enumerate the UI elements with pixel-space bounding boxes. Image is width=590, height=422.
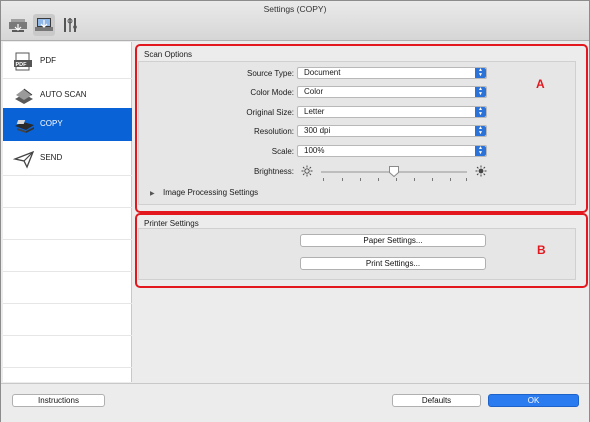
sidebar-divider bbox=[3, 335, 132, 336]
ok-button[interactable]: OK bbox=[488, 394, 579, 407]
general-settings-icon[interactable] bbox=[33, 14, 55, 36]
sidebar-item-copy[interactable]: COPY bbox=[3, 108, 132, 141]
annotation-label-a: A bbox=[536, 77, 545, 91]
auto-scan-icon bbox=[13, 86, 35, 106]
pdf-icon: PDF bbox=[13, 52, 35, 72]
sidebar-item-label: AUTO SCAN bbox=[40, 90, 87, 99]
scan-settings-icon[interactable] bbox=[7, 14, 29, 36]
sidebar: PDF PDF AUTO SCAN COPY SEND bbox=[3, 42, 132, 382]
sidebar-divider bbox=[3, 207, 132, 208]
sidebar-item-send[interactable]: SEND bbox=[3, 142, 132, 175]
settings-window: Settings (COPY) PDF PDF AUTO SCAN COPY S… bbox=[0, 0, 590, 422]
sidebar-divider bbox=[3, 367, 132, 368]
sidebar-item-pdf[interactable]: PDF PDF bbox=[3, 45, 132, 78]
sidebar-item-label: SEND bbox=[40, 153, 63, 162]
svg-text:PDF: PDF bbox=[16, 62, 28, 68]
highlight-box-a bbox=[135, 44, 588, 213]
title-bar: Settings (COPY) bbox=[1, 1, 589, 41]
send-icon bbox=[12, 149, 35, 169]
defaults-button[interactable]: Defaults bbox=[392, 394, 481, 407]
highlight-box-b bbox=[135, 213, 588, 288]
tools-icon[interactable] bbox=[59, 14, 81, 36]
sidebar-item-label: COPY bbox=[40, 119, 63, 128]
sidebar-divider bbox=[3, 271, 132, 272]
copy-icon bbox=[13, 115, 35, 135]
window-title: Settings (COPY) bbox=[263, 4, 327, 14]
sidebar-divider bbox=[3, 303, 132, 304]
sidebar-divider bbox=[3, 175, 132, 176]
annotation-label-b: B bbox=[537, 243, 546, 257]
sidebar-item-label: PDF bbox=[40, 56, 56, 65]
sidebar-divider bbox=[3, 239, 132, 240]
instructions-button[interactable]: Instructions bbox=[12, 394, 105, 407]
